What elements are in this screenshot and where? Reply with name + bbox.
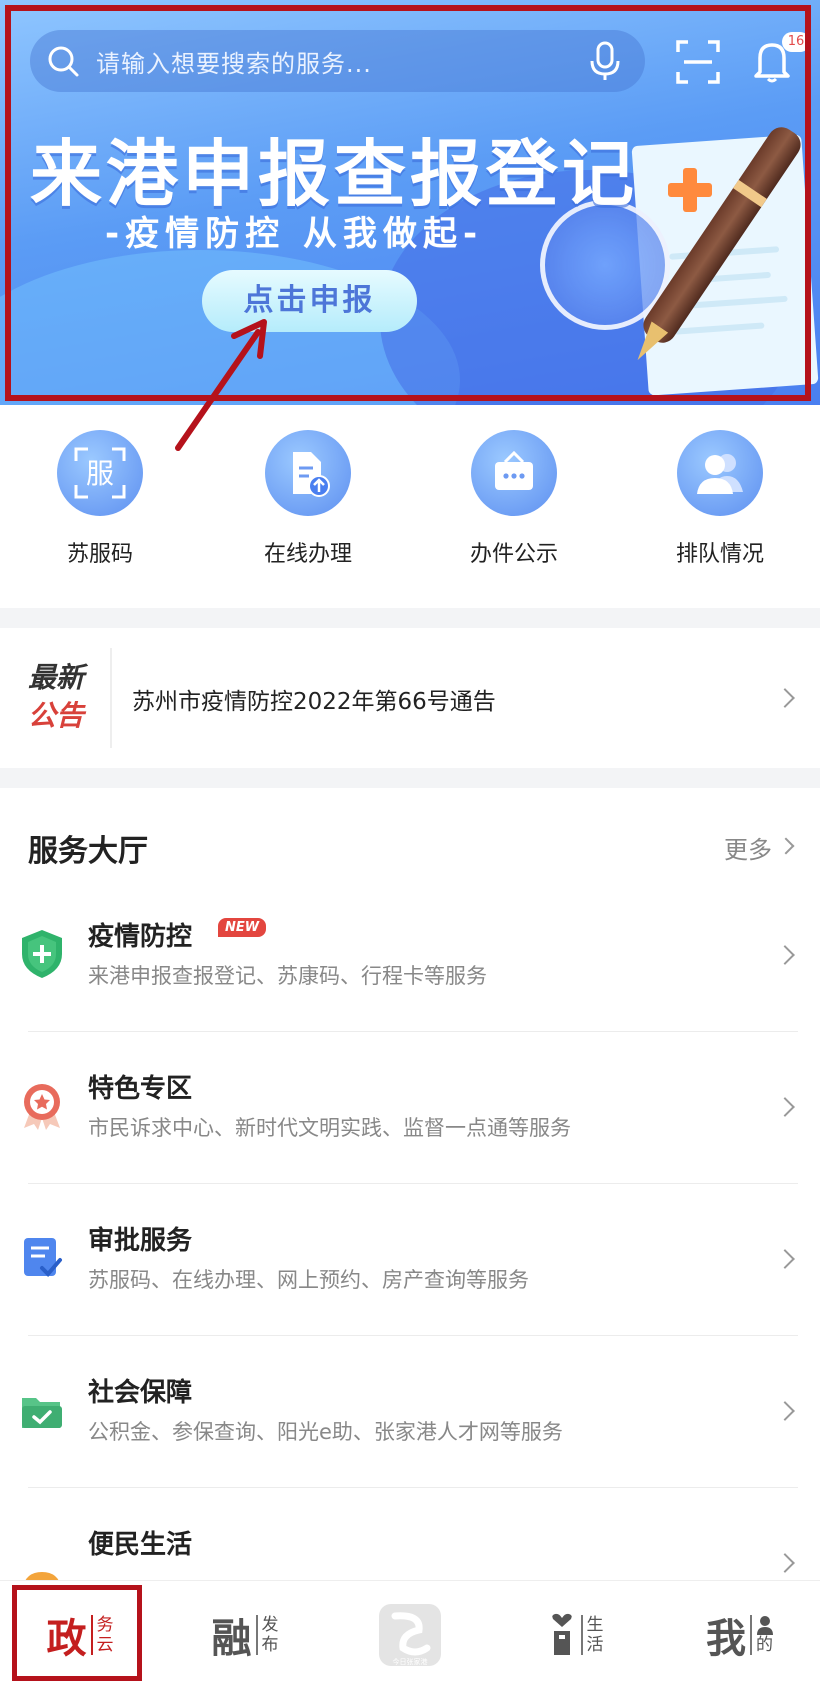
tab-sublabel: 发布 (255, 1614, 279, 1655)
quick-action-label: 在线办理 (263, 542, 352, 567)
quick-action-public[interactable]: 办件公示 (424, 430, 604, 568)
chevron-right-icon[interactable] (777, 837, 795, 855)
quick-action-label: 苏服码 (66, 542, 133, 567)
service-desc: 苏服码、在线办理、网上预约、房产查询等服务 (88, 1268, 529, 1292)
life-icon (551, 1613, 572, 1655)
quick-action-sufuma[interactable]: 服 苏服码 (10, 430, 190, 568)
divider (110, 648, 112, 748)
chevron-right-icon (775, 1401, 795, 1421)
board-icon (471, 430, 557, 516)
tab-label: 融 (211, 1615, 252, 1662)
section-divider (0, 768, 820, 788)
tab-media[interactable]: 融 发布 (175, 1581, 315, 1687)
fu-icon: 服 (57, 430, 143, 516)
shield-plus-icon (22, 930, 62, 978)
service-item-social-security[interactable]: 社会保障 公积金、参保查询、阳光e助、张家港人才网等服务 (0, 1336, 820, 1488)
service-title: 便民生活 (88, 1530, 193, 1560)
notice-tag: 最新 (28, 661, 85, 694)
notice-text[interactable]: 苏州市疫情防控2022年第66号通告 (132, 682, 496, 716)
approval-doc-icon (24, 1238, 62, 1277)
service-title: 审批服务 (88, 1226, 193, 1256)
more-link[interactable]: 更多 (724, 830, 772, 865)
svg-text:今日张家港: 今日张家港 (393, 1657, 428, 1666)
announcement-bar[interactable]: 最新 公告 苏州市疫情防控2022年第66号通告 (0, 628, 820, 768)
app-logo-icon: 今日张家港 (379, 1603, 441, 1666)
tab-home[interactable]: 今日张家港 (340, 1581, 480, 1687)
tab-life[interactable]: 生活 (505, 1581, 645, 1687)
folder-check-icon (22, 1398, 62, 1428)
quick-action-label: 排队情况 (675, 542, 764, 567)
people-icon (677, 430, 763, 516)
section-divider (0, 608, 820, 628)
service-title: 疫情防控 (88, 922, 193, 952)
section-title: 服务大厅 (28, 834, 148, 869)
tab-sublabel: 的 (750, 1614, 774, 1655)
service-desc: 公积金、参保查询、阳光e助、张家港人才网等服务 (88, 1420, 563, 1444)
chevron-right-icon (775, 1097, 795, 1117)
highlight-frame (12, 1585, 142, 1681)
document-upload-icon (265, 430, 351, 516)
medal-icon (24, 1084, 60, 1130)
chevron-right-icon (775, 1249, 795, 1269)
service-desc: 市民诉求中心、新时代文明实践、监督一点通等服务 (88, 1116, 571, 1140)
service-item-special[interactable]: 特色专区 市民诉求中心、新时代文明实践、监督一点通等服务 (0, 1032, 820, 1184)
service-title: 社会保障 (88, 1378, 193, 1408)
quick-action-label: 办件公示 (469, 542, 558, 567)
chevron-right-icon (775, 945, 795, 965)
quick-action-online[interactable]: 在线办理 (218, 430, 398, 568)
service-item-approval[interactable]: 审批服务 苏服码、在线办理、网上预约、房产查询等服务 (0, 1184, 820, 1336)
new-badge: NEW (218, 918, 267, 937)
service-title: 特色专区 (88, 1074, 193, 1104)
service-item-epidemic[interactable]: 疫情防控 来港申报查报登记、苏康码、行程卡等服务 (0, 880, 820, 1032)
highlight-frame (5, 5, 811, 401)
tab-sublabel: 生活 (580, 1614, 604, 1655)
svg-text:服: 服 (86, 457, 114, 490)
chevron-right-icon (775, 1553, 795, 1573)
user-icon (757, 1615, 773, 1635)
service-desc: 来港申报查报登记、苏康码、行程卡等服务 (88, 964, 487, 988)
tab-mine[interactable]: 我 的 (670, 1581, 810, 1687)
tab-label: 我 (706, 1615, 746, 1662)
quick-actions: 服 苏服码 在线办理 办件公示 排队情况 (0, 430, 820, 580)
notice-tag: 公告 (28, 699, 85, 732)
quick-action-queue[interactable]: 排队情况 (630, 430, 810, 568)
chevron-right-icon (775, 688, 795, 708)
